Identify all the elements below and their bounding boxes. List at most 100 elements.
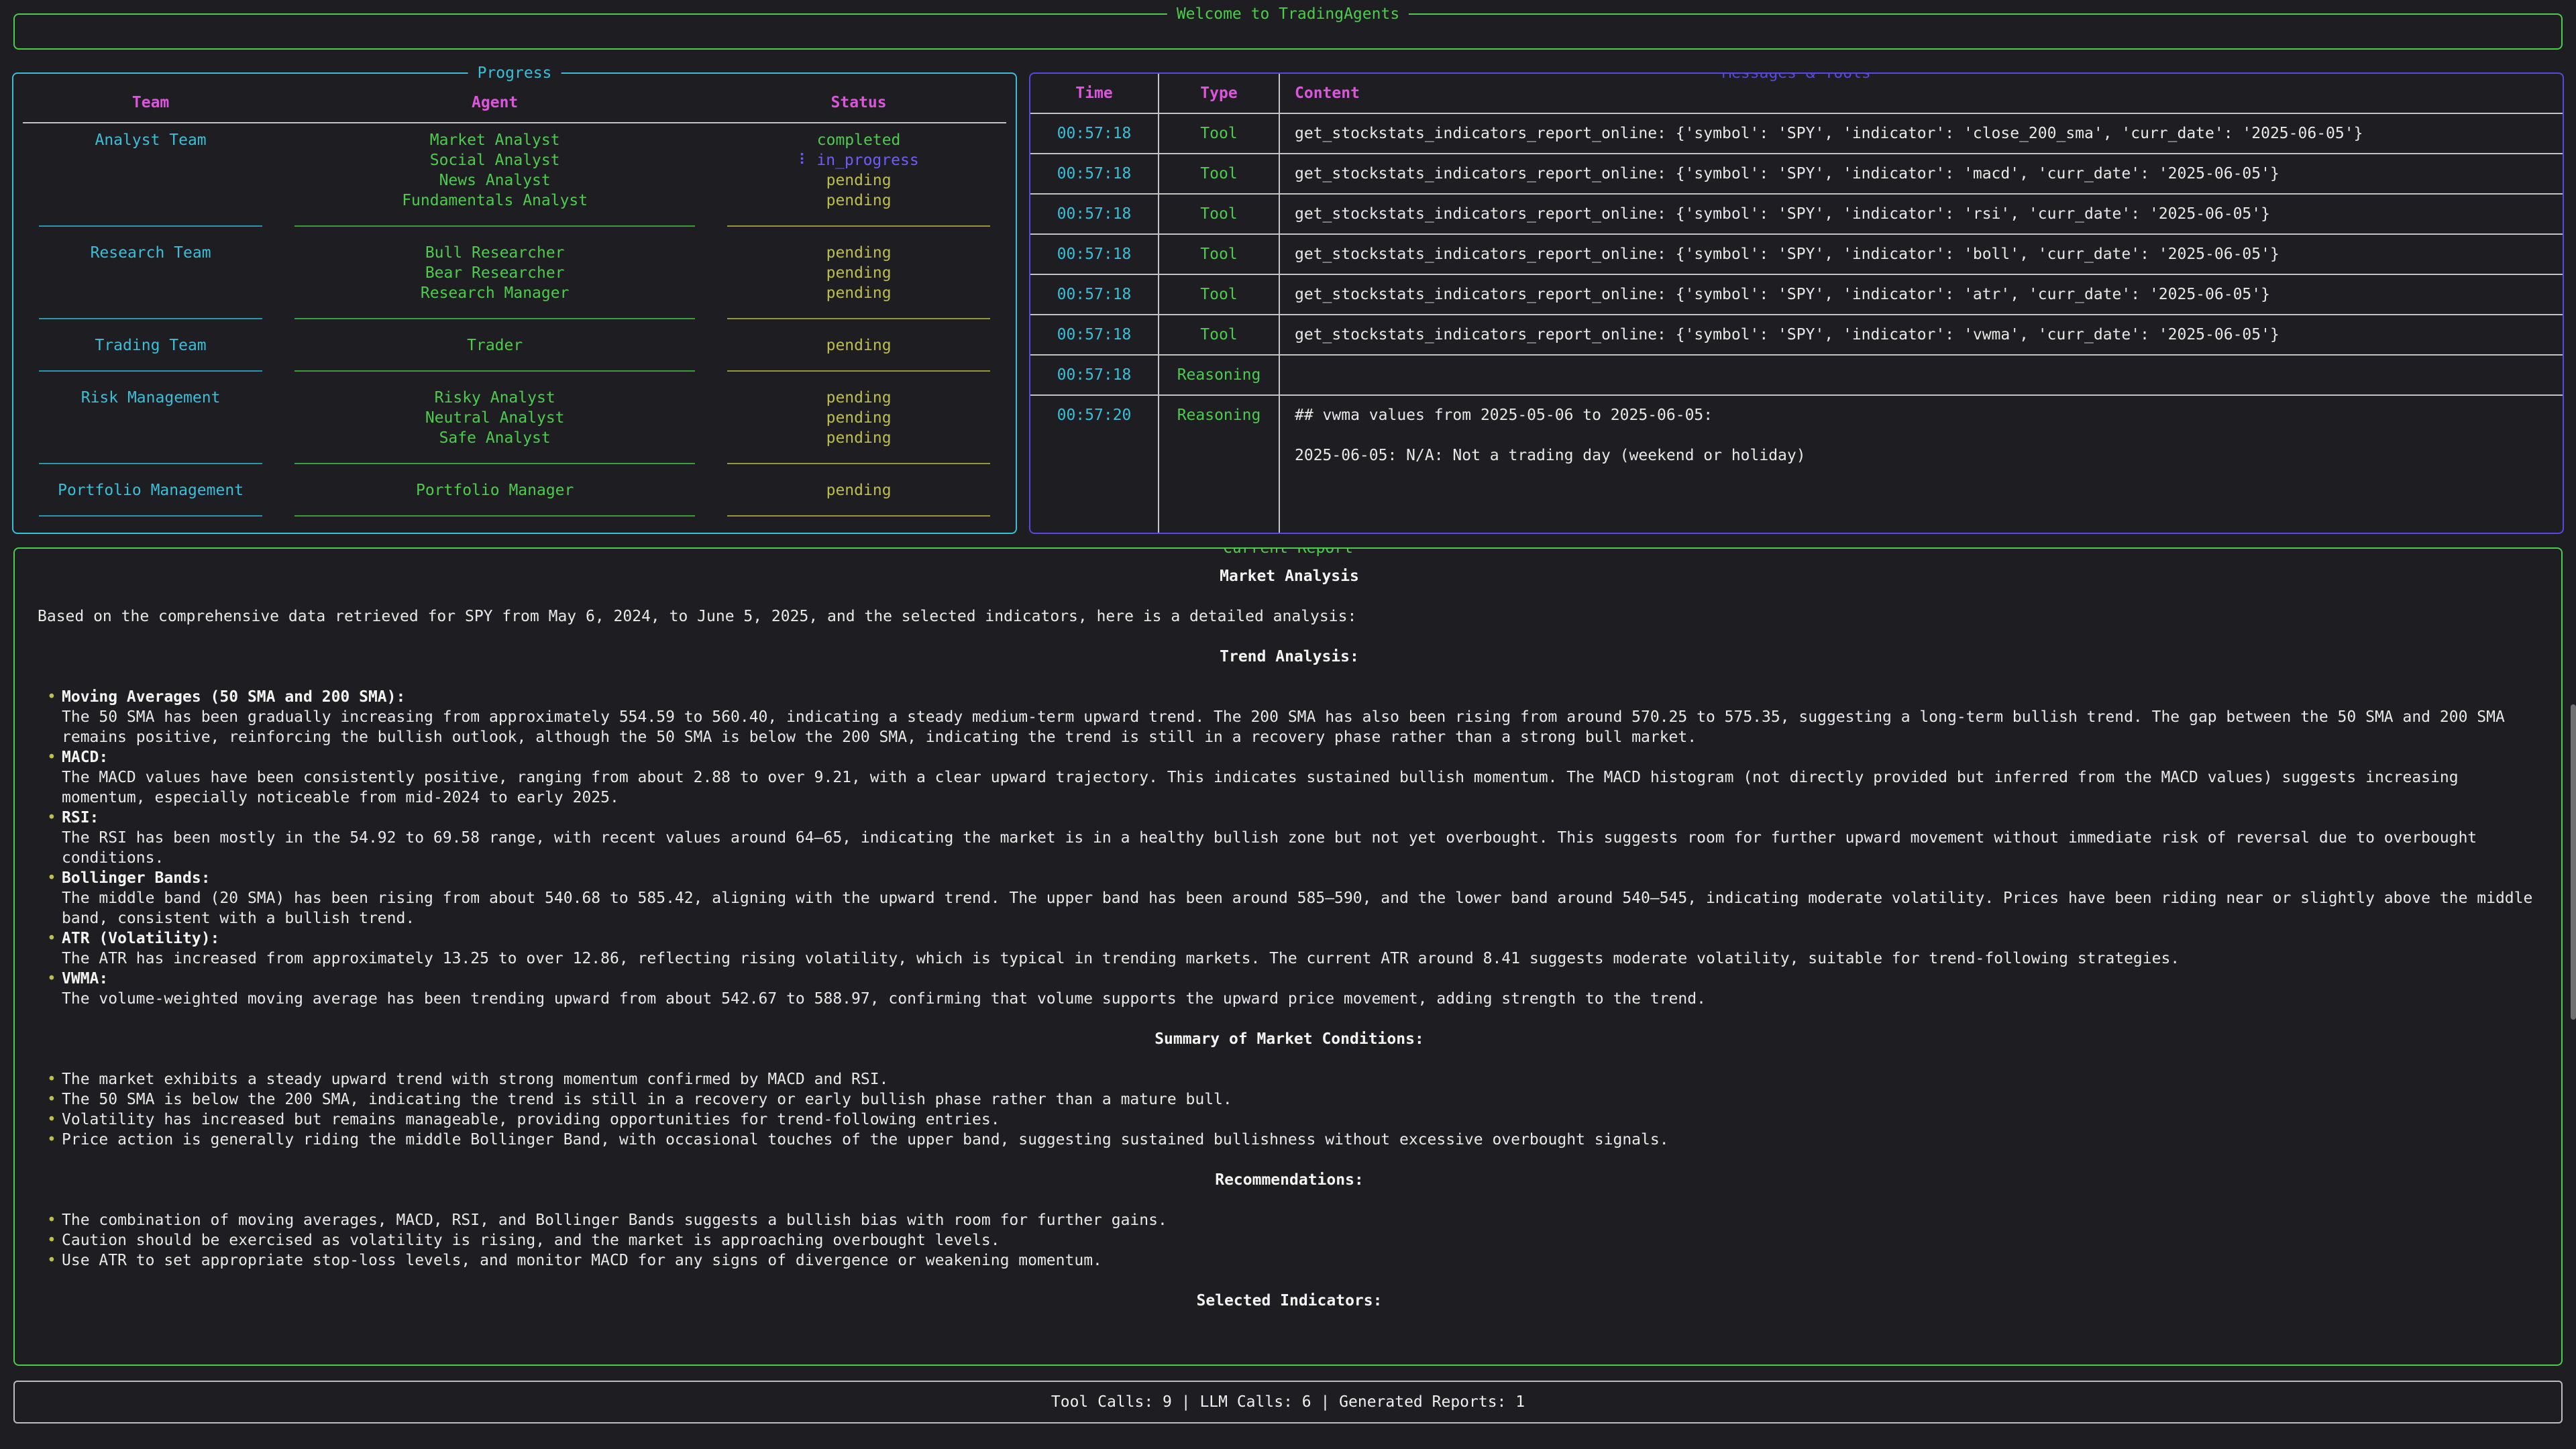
stats-text: Tool Calls: 9 | LLM Calls: 6 | Generated… — [1051, 1392, 1525, 1412]
column-header-time: Time — [1030, 74, 1159, 113]
list-item: •RSI:The RSI has been mostly in the 54.9… — [38, 808, 2541, 868]
status-badge: pending — [711, 428, 1006, 448]
message-row: 00:57:18Toolget_stockstats_indicators_re… — [1030, 113, 2563, 153]
bullet-icon: • — [47, 1210, 62, 1230]
agent-column-rule — [294, 225, 695, 227]
message-time: 00:57:18 — [1030, 114, 1159, 153]
bullet-body: The volume-weighted moving average has b… — [62, 989, 2541, 1009]
agent-name: Trader — [278, 335, 711, 356]
agent-name: Bear Researcher — [278, 263, 711, 283]
team-group: Analyst TeamMarket AnalystcompletedSocia… — [23, 123, 1006, 211]
team-column-rule — [39, 463, 262, 464]
team-name — [23, 428, 278, 448]
bullet-text: Caution should be exercised as volatilit… — [62, 1230, 2541, 1250]
team-group: Research TeamBull ResearcherpendingBear … — [23, 236, 1006, 303]
report-panel: Current Report Market Analysis Based on … — [13, 547, 2563, 1366]
agent-name: Social Analyst — [278, 150, 711, 170]
progress-panel-title: Progress — [468, 63, 561, 83]
bullet-text: The combination of moving averages, MACD… — [62, 1210, 2541, 1230]
message-type: Reasoning — [1159, 396, 1280, 533]
summary-heading: Summary of Market Conditions: — [38, 1029, 2541, 1049]
list-item: •The market exhibits a steady upward tre… — [38, 1069, 2541, 1089]
bullet-heading: Moving Averages (50 SMA and 200 SMA): — [62, 687, 2541, 707]
team-name — [23, 263, 278, 283]
bullet-text: VWMA:The volume-weighted moving average … — [62, 969, 2541, 1009]
bullet-text: Bollinger Bands:The middle band (20 SMA)… — [62, 868, 2541, 928]
progress-row: News Analystpending — [23, 170, 1006, 191]
bullet-text: The 50 SMA is below the 200 SMA, indicat… — [62, 1089, 2541, 1110]
bullet-icon: • — [47, 969, 62, 1009]
status-column-rule — [727, 318, 990, 319]
bullet-heading: VWMA: — [62, 969, 2541, 989]
list-item: •ATR (Volatility):The ATR has increased … — [38, 928, 2541, 969]
status-badge: completed — [711, 130, 1006, 150]
message-row: 00:57:18Toolget_stockstats_indicators_re… — [1030, 274, 2563, 314]
status-badge: pending — [711, 283, 1006, 303]
message-time: 00:57:18 — [1030, 235, 1159, 274]
recommendations-heading: Recommendations: — [38, 1170, 2541, 1190]
agent-name: Market Analyst — [278, 130, 711, 150]
group-separator — [23, 216, 1006, 236]
list-item: •Moving Averages (50 SMA and 200 SMA):Th… — [38, 687, 2541, 747]
bullet-heading: RSI: — [62, 808, 2541, 828]
bullet-text: Price action is generally riding the mid… — [62, 1130, 2541, 1150]
bullet-text: RSI:The RSI has been mostly in the 54.92… — [62, 808, 2541, 868]
welcome-title: Welcome to TradingAgents — [1167, 4, 1409, 24]
team-column-rule — [39, 318, 262, 319]
progress-table-header: Team Agent Status — [23, 82, 1006, 122]
message-time: 00:57:18 — [1030, 275, 1159, 314]
bullet-body: The 50 SMA has been gradually increasing… — [62, 707, 2541, 747]
bullet-text: MACD:The MACD values have been consisten… — [62, 747, 2541, 808]
bullet-icon: • — [47, 1110, 62, 1130]
team-group: Trading TeamTraderpending — [23, 329, 1006, 356]
bullet-icon: • — [47, 808, 62, 868]
bullet-text: The market exhibits a steady upward tren… — [62, 1069, 2541, 1089]
status-column-rule — [727, 515, 990, 517]
progress-panel: Progress Team Agent Status Analyst TeamM… — [12, 72, 1017, 534]
bullet-body: The RSI has been mostly in the 54.92 to … — [62, 828, 2541, 868]
message-content: get_stockstats_indicators_report_online:… — [1280, 275, 2563, 314]
message-type: Tool — [1159, 154, 1280, 193]
status-badge: pending — [711, 388, 1006, 408]
bullet-icon: • — [47, 928, 62, 969]
progress-row: Research Managerpending — [23, 283, 1006, 303]
progress-row: Fundamentals Analystpending — [23, 191, 1006, 211]
bullet-body: Use ATR to set appropriate stop-loss lev… — [62, 1250, 2541, 1271]
messages-panel-title: Messages & Tools — [1713, 72, 1880, 83]
trend-heading: Trend Analysis: — [38, 647, 2541, 667]
status-column-rule — [727, 370, 990, 372]
progress-row: Analyst TeamMarket Analystcompleted — [23, 130, 1006, 150]
bullet-body: Caution should be exercised as volatilit… — [62, 1230, 2541, 1250]
team-name — [23, 191, 278, 211]
scrollbar-thumb[interactable] — [2571, 704, 2576, 1020]
list-item: •Volatility has increased but remains ma… — [38, 1110, 2541, 1130]
report-body: Market Analysis Based on the comprehensi… — [38, 566, 2541, 1311]
message-content: get_stockstats_indicators_report_online:… — [1280, 315, 2563, 354]
progress-row: Risk ManagementRisky Analystpending — [23, 388, 1006, 408]
bullet-text: ATR (Volatility):The ATR has increased f… — [62, 928, 2541, 969]
message-row: 00:57:18Toolget_stockstats_indicators_re… — [1030, 314, 2563, 354]
recommendations-bullet-list: •The combination of moving averages, MAC… — [38, 1210, 2541, 1271]
message-row: 00:57:18Reasoning — [1030, 354, 2563, 394]
message-content: get_stockstats_indicators_report_online:… — [1280, 235, 2563, 274]
progress-row: Research TeamBull Researcherpending — [23, 243, 1006, 263]
trend-bullet-list: •Moving Averages (50 SMA and 200 SMA):Th… — [38, 687, 2541, 1009]
bullet-body: The middle band (20 SMA) has been rising… — [62, 888, 2541, 928]
column-header-agent: Agent — [278, 93, 711, 113]
group-separator — [23, 453, 1006, 474]
message-content: get_stockstats_indicators_report_online:… — [1280, 114, 2563, 153]
progress-row: Portfolio ManagementPortfolio Managerpen… — [23, 480, 1006, 500]
top-panels-row: Progress Team Agent Status Analyst TeamM… — [12, 72, 2564, 534]
agent-name: News Analyst — [278, 170, 711, 191]
bullet-icon: • — [47, 1069, 62, 1089]
bullet-body: The combination of moving averages, MACD… — [62, 1210, 2541, 1230]
bullet-icon: • — [47, 687, 62, 747]
bullet-icon: • — [47, 1230, 62, 1250]
team-column-rule — [39, 515, 262, 517]
message-row: 00:57:18Toolget_stockstats_indicators_re… — [1030, 233, 2563, 274]
bullet-body: Volatility has increased but remains man… — [62, 1110, 2541, 1130]
list-item: •The combination of moving averages, MAC… — [38, 1210, 2541, 1230]
team-group: Portfolio ManagementPortfolio Managerpen… — [23, 474, 1006, 500]
column-header-type: Type — [1159, 74, 1280, 113]
team-column-rule — [39, 370, 262, 372]
